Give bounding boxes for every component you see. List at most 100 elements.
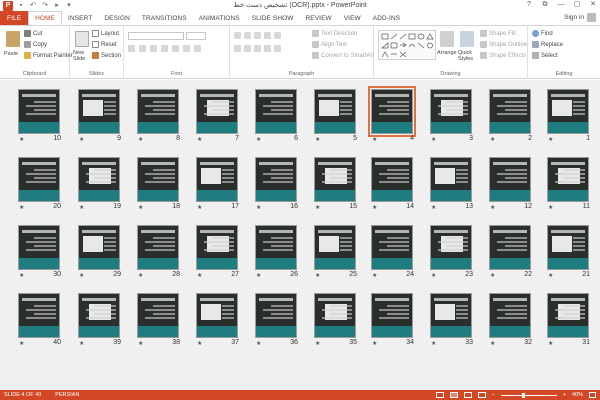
redo-icon[interactable]: ↷: [41, 2, 49, 10]
convert-smartart-button[interactable]: Convert to SmartArt: [312, 52, 374, 59]
slide-thumbnail[interactable]: ★ 26: [255, 225, 298, 280]
slide-transition-star-icon[interactable]: ★: [431, 136, 436, 143]
slide-thumbnail[interactable]: ★ 21: [547, 225, 590, 280]
font-size-dropdown[interactable]: [186, 32, 206, 40]
slide-preview[interactable]: [78, 293, 120, 338]
copy-button[interactable]: Copy: [24, 41, 47, 48]
quick-styles-icon[interactable]: [460, 31, 474, 47]
slide-transition-star-icon[interactable]: ★: [548, 340, 553, 347]
slide-preview[interactable]: [430, 157, 472, 202]
shape-outline-button[interactable]: Shape Outline: [480, 41, 527, 48]
slide-thumbnail[interactable]: ★ 1: [547, 89, 590, 144]
slide-preview[interactable]: [430, 89, 472, 134]
slide-thumbnail[interactable]: ★ 14: [371, 157, 414, 212]
slide-transition-star-icon[interactable]: ★: [490, 204, 495, 211]
select-button[interactable]: Select: [532, 52, 558, 59]
slide-transition-star-icon[interactable]: ★: [256, 136, 261, 143]
maximize-button[interactable]: ▢: [572, 0, 582, 10]
slide-preview[interactable]: [18, 293, 60, 338]
slide-thumbnail[interactable]: ★ 33: [430, 293, 473, 348]
slide-thumbnail[interactable]: ★ 25: [314, 225, 357, 280]
slide-thumbnail[interactable]: ★ 11: [547, 157, 590, 212]
ribbon-display-options-button[interactable]: ⧉: [540, 0, 550, 10]
justify-icon[interactable]: [264, 45, 271, 52]
slide-transition-star-icon[interactable]: ★: [315, 272, 320, 279]
slide-preview[interactable]: [547, 157, 589, 202]
slide-transition-star-icon[interactable]: ★: [138, 340, 143, 347]
font-name-dropdown[interactable]: [128, 32, 184, 40]
slide-transition-star-icon[interactable]: ★: [431, 340, 436, 347]
slide-thumbnail[interactable]: ★ 35: [314, 293, 357, 348]
slide-thumbnail[interactable]: ★ 12: [489, 157, 532, 212]
tab-file[interactable]: FILE: [0, 11, 29, 25]
slide-preview[interactable]: [137, 225, 179, 270]
underline-icon[interactable]: [150, 45, 157, 52]
slide-transition-star-icon[interactable]: ★: [138, 272, 143, 279]
slide-transition-star-icon[interactable]: ★: [315, 340, 320, 347]
slide-thumbnail[interactable]: ★ 38: [137, 293, 180, 348]
slide-preview[interactable]: [314, 225, 356, 270]
tab-transitions[interactable]: TRANSITIONS: [136, 11, 193, 25]
decrease-indent-icon[interactable]: [254, 32, 261, 39]
fit-to-window-icon[interactable]: [589, 392, 596, 398]
slide-transition-star-icon[interactable]: ★: [490, 340, 495, 347]
normal-view-icon[interactable]: [435, 392, 444, 398]
help-button[interactable]: ?: [524, 0, 534, 10]
arrange-button[interactable]: Arrange: [437, 50, 457, 56]
tab-add-ins[interactable]: ADD-INS: [367, 11, 406, 25]
numbering-icon[interactable]: [244, 32, 251, 39]
slide-transition-star-icon[interactable]: ★: [431, 272, 436, 279]
shape-fill-button[interactable]: Shape Fill: [480, 30, 516, 37]
slide-thumbnail[interactable]: ★ 24: [371, 225, 414, 280]
slide-preview[interactable]: [78, 157, 120, 202]
slide-transition-star-icon[interactable]: ★: [315, 136, 320, 143]
slide-thumbnail[interactable]: ★ 8: [137, 89, 180, 144]
zoom-out-icon[interactable]: −: [492, 392, 495, 398]
slide-preview[interactable]: [196, 89, 238, 134]
slide-transition-star-icon[interactable]: ★: [197, 340, 202, 347]
change-case-icon[interactable]: [183, 45, 190, 52]
zoom-slider-handle[interactable]: [521, 392, 525, 398]
replace-button[interactable]: Replace: [532, 41, 563, 48]
slide-preview[interactable]: [489, 225, 531, 270]
slide-thumbnail[interactable]: ★ 10: [18, 89, 61, 144]
tab-insert[interactable]: INSERT: [62, 11, 98, 25]
layout-button[interactable]: Layout: [92, 30, 119, 37]
slide-transition-star-icon[interactable]: ★: [79, 340, 84, 347]
slide-thumbnail[interactable]: ★ 23: [430, 225, 473, 280]
quick-styles-button[interactable]: Quick Styles: [458, 50, 480, 62]
new-slide-icon[interactable]: [75, 31, 89, 47]
slide-transition-star-icon[interactable]: ★: [197, 204, 202, 211]
cut-button[interactable]: Cut: [24, 30, 42, 37]
account-avatar[interactable]: [587, 13, 596, 22]
slide-transition-star-icon[interactable]: ★: [372, 272, 377, 279]
slide-thumbnail[interactable]: ★ 19: [78, 157, 121, 212]
slide-thumbnail[interactable]: ★ 32: [489, 293, 532, 348]
save-icon[interactable]: ▪: [17, 2, 25, 10]
slide-thumbnail[interactable]: ★ 5: [314, 89, 357, 144]
slide-thumbnail[interactable]: ★ 13: [430, 157, 473, 212]
slide-transition-star-icon[interactable]: ★: [197, 136, 202, 143]
slide-thumbnail[interactable]: ★ 20: [18, 157, 61, 212]
slide-transition-star-icon[interactable]: ★: [19, 272, 24, 279]
slide-preview[interactable]: [196, 225, 238, 270]
slide-transition-star-icon[interactable]: ★: [138, 204, 143, 211]
slide-transition-star-icon[interactable]: ★: [372, 340, 377, 347]
customize-qat-icon[interactable]: ▾: [65, 2, 73, 10]
align-right-icon[interactable]: [254, 45, 261, 52]
paste-button[interactable]: Paste: [4, 51, 18, 57]
slide-preview[interactable]: [489, 157, 531, 202]
slide-preview[interactable]: [18, 225, 60, 270]
tab-review[interactable]: REVIEW: [300, 11, 338, 25]
slide-transition-star-icon[interactable]: ★: [372, 204, 377, 211]
slide-transition-star-icon[interactable]: ★: [490, 136, 495, 143]
slide-preview[interactable]: [430, 225, 472, 270]
tab-animations[interactable]: ANIMATIONS: [193, 11, 246, 25]
section-button[interactable]: Section: [92, 52, 121, 59]
slide-thumbnail[interactable]: ★ 7: [196, 89, 239, 144]
slide-thumbnail[interactable]: ★ 34: [371, 293, 414, 348]
slide-thumbnail[interactable]: ★ 9: [78, 89, 121, 144]
slide-preview[interactable]: [196, 293, 238, 338]
arrange-icon[interactable]: [440, 31, 454, 47]
bullets-icon[interactable]: [234, 32, 241, 39]
